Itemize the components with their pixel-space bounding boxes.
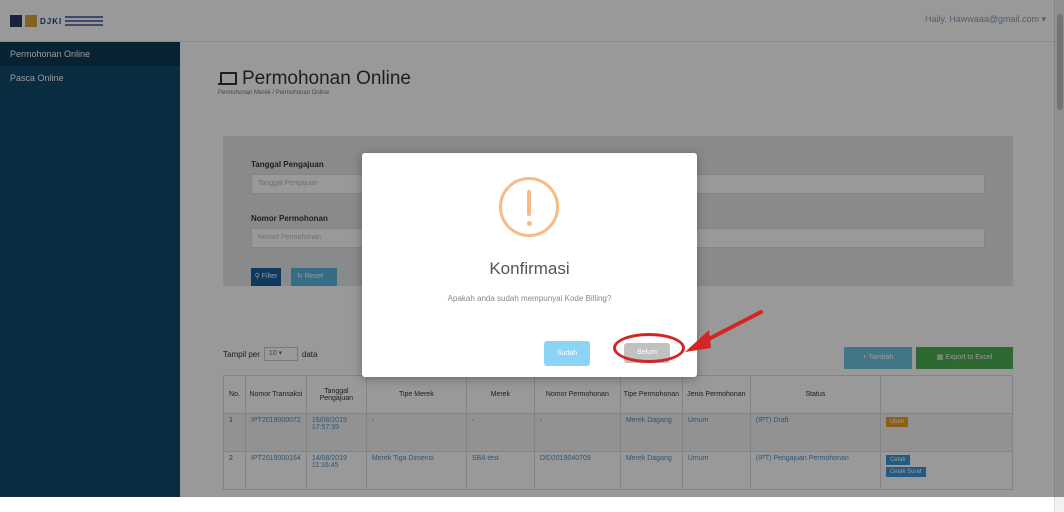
sudah-button[interactable]: Sudah	[544, 341, 590, 366]
annotation-arrow-icon	[685, 310, 763, 352]
warning-icon-bar	[527, 190, 531, 216]
dialog-message: Apakah anda sudah mempunyai Kode Billing…	[447, 294, 612, 303]
warning-icon	[499, 177, 559, 237]
bottom-strip	[0, 497, 1054, 512]
highlight-circle	[613, 333, 685, 363]
dialog-title: Konfirmasi	[489, 259, 570, 278]
warning-icon-dot	[526, 221, 532, 226]
